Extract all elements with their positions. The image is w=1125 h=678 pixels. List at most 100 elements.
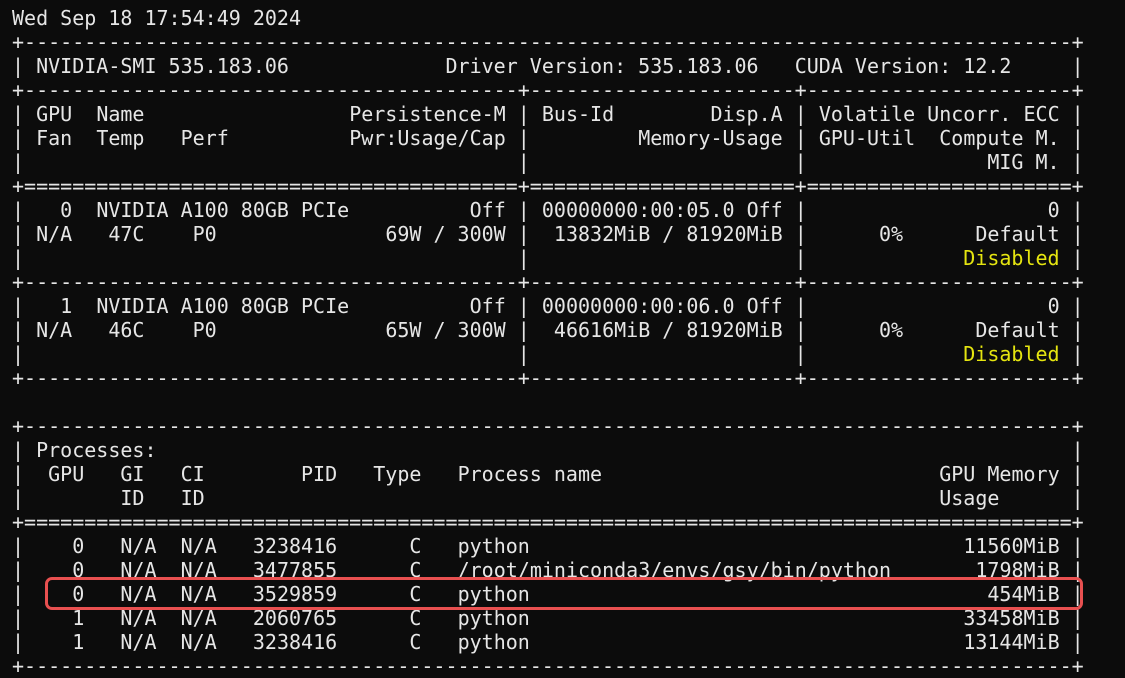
gpu-fan: N/A xyxy=(36,318,73,342)
gpu-name: NVIDIA A100 80GB PCIe xyxy=(96,294,350,318)
process-row: | 0 N/A N/A 3477855 C /root/miniconda3/e… xyxy=(12,558,1084,582)
proc-mem: 13144MiB xyxy=(963,630,1060,654)
process-header-line-1: | GPU GI CI PID Type Process name GPU Me… xyxy=(12,462,1084,486)
proc-header-pid: PID xyxy=(301,462,338,486)
gpu-temp: 47C xyxy=(108,222,145,246)
terminal-output[interactable]: Wed Sep 18 17:54:49 2024 +--------------… xyxy=(12,6,1084,678)
gpu-compute-mode: Default xyxy=(975,222,1060,246)
header-double-border: +=======================================… xyxy=(12,174,1084,198)
gpu-row: | N/A 46C P0 65W / 300W | 46616MiB / 819… xyxy=(12,318,1084,342)
header-memory-usage: Memory-Usage xyxy=(638,126,783,150)
proc-gpu: 0 xyxy=(72,558,85,582)
gpu-ecc: 0 xyxy=(1047,294,1060,318)
gpu-power: 69W / 300W xyxy=(385,222,506,246)
proc-gpu: 0 xyxy=(72,534,85,558)
header-name: Name xyxy=(96,102,145,126)
header-temp: Temp xyxy=(96,126,145,150)
gpu-mig: Disabled xyxy=(963,342,1060,366)
proc-name: python xyxy=(457,582,530,606)
proc-type: C xyxy=(409,558,422,582)
gpu-util: 0% xyxy=(879,318,904,342)
gpu-bus-id: 00000000:00:05.0 xyxy=(541,198,735,222)
gpu-row: | 1 NVIDIA A100 80GB PCIe Off | 00000000… xyxy=(12,294,1084,318)
timestamp: Wed Sep 18 17:54:49 2024 xyxy=(12,6,301,30)
proc-header-mem: GPU Memory xyxy=(939,462,1060,486)
gpu-power: 65W / 300W xyxy=(385,318,506,342)
proc-ci: N/A xyxy=(180,558,217,582)
proc-pid: 3238416 xyxy=(252,630,338,654)
process-bottom-border: +---------------------------------------… xyxy=(12,654,1084,678)
proc-name: python xyxy=(457,606,530,630)
gpu-perf: P0 xyxy=(192,318,217,342)
gpu-row: | | | Disabled | xyxy=(12,246,1084,270)
proc-header-gi-id: ID xyxy=(120,486,145,510)
proc-header-ci-id: ID xyxy=(180,486,205,510)
gpu-disp: Off xyxy=(746,294,783,318)
gpu-disp: Off xyxy=(746,198,783,222)
proc-gpu: 1 xyxy=(72,606,85,630)
header-gpu: GPU xyxy=(36,102,73,126)
proc-ci: N/A xyxy=(180,606,217,630)
proc-header-mem-usage: Usage xyxy=(939,486,1000,510)
process-double-border: +=======================================… xyxy=(12,510,1084,534)
gpu-util: 0% xyxy=(879,222,904,246)
gpu-row: | | | Disabled | xyxy=(12,342,1084,366)
proc-gi: N/A xyxy=(120,534,157,558)
header-separator: +---------------------------------------… xyxy=(12,78,1084,102)
gpu-bus-id: 00000000:00:06.0 xyxy=(541,294,735,318)
proc-type: C xyxy=(409,534,422,558)
header-persistence: Persistence-M xyxy=(349,102,506,126)
header-pwr: Pwr:Usage/Cap xyxy=(349,126,506,150)
proc-type: C xyxy=(409,606,422,630)
gpu-row-border: +---------------------------------------… xyxy=(12,366,1084,390)
gpu-row: | N/A 47C P0 69W / 300W | 13832MiB / 819… xyxy=(12,222,1084,246)
proc-name: python xyxy=(457,630,530,654)
proc-mem: 454MiB xyxy=(987,582,1060,606)
proc-ci: N/A xyxy=(180,582,217,606)
timestamp-line: Wed Sep 18 17:54:49 2024 xyxy=(12,6,1084,30)
header-fan: Fan xyxy=(36,126,73,150)
proc-name: python xyxy=(457,534,530,558)
gpu-persistence: Off xyxy=(469,294,506,318)
header-mig: MIG M. xyxy=(987,150,1060,174)
gpu-persistence: Off xyxy=(469,198,506,222)
proc-type: C xyxy=(409,582,422,606)
proc-pid: 2060765 xyxy=(252,606,338,630)
header-line-3: | | | MIG M. | xyxy=(12,150,1084,174)
proc-gpu: 1 xyxy=(72,630,85,654)
gpu-mig: Disabled xyxy=(963,246,1060,270)
gpu-perf: P0 xyxy=(192,222,217,246)
proc-gpu: 0 xyxy=(72,582,85,606)
gpu-temp: 46C xyxy=(108,318,145,342)
process-row: | 1 N/A N/A 3238416 C python 13144MiB | xyxy=(12,630,1084,654)
gpu-name: NVIDIA A100 80GB PCIe xyxy=(96,198,350,222)
gpu-index: 1 xyxy=(60,294,73,318)
gpu-fan: N/A xyxy=(36,222,73,246)
gpu-compute-mode: Default xyxy=(975,318,1060,342)
process-header-line-2: | ID ID Usage | xyxy=(12,486,1084,510)
proc-ci: N/A xyxy=(180,534,217,558)
proc-header-type: Type xyxy=(373,462,422,486)
table-top-border: +---------------------------------------… xyxy=(12,30,1084,54)
proc-gi: N/A xyxy=(120,558,157,582)
process-row: | 0 N/A N/A 3238416 C python 11560MiB | xyxy=(12,534,1084,558)
proc-gi: N/A xyxy=(120,630,157,654)
cuda-version: CUDA Version: 12.2 xyxy=(794,54,1012,78)
process-row-highlighted: | 0 N/A N/A 3529859 C python 454MiB | xyxy=(12,582,1084,606)
header-gpu-util: GPU-Util xyxy=(818,126,916,150)
header-compute-mode: Compute M. xyxy=(939,126,1060,150)
proc-name: /root/miniconda3/envs/gsy/bin/python xyxy=(457,558,892,582)
proc-pid: 3529859 xyxy=(252,582,338,606)
proc-mem: 11560MiB xyxy=(963,534,1060,558)
gpu-row: | 0 NVIDIA A100 80GB PCIe Off | 00000000… xyxy=(12,198,1084,222)
proc-gi: N/A xyxy=(120,582,157,606)
proc-header-name: Process name xyxy=(457,462,603,486)
processes-title: Processes: xyxy=(36,438,157,462)
process-row: | 1 N/A N/A 2060765 C python 33458MiB | xyxy=(12,606,1084,630)
header-line-1: | GPU Name Persistence-M | Bus-Id Disp.A… xyxy=(12,102,1084,126)
proc-ci: N/A xyxy=(180,630,217,654)
header-bus-id: Bus-Id xyxy=(541,102,615,126)
header-perf: Perf xyxy=(180,126,229,150)
process-top-border: +---------------------------------------… xyxy=(12,414,1084,438)
